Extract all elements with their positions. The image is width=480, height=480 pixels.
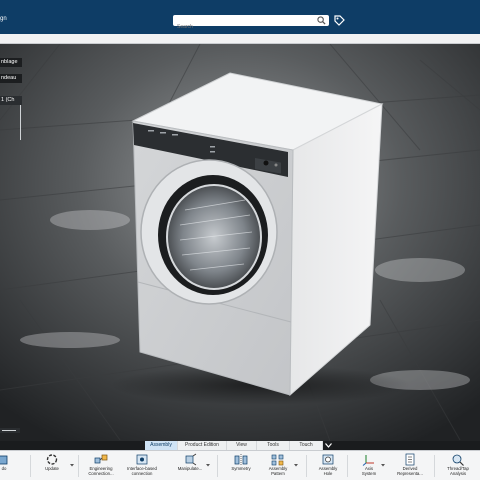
- tab-view[interactable]: View: [227, 441, 257, 450]
- engineering-connection-button[interactable]: Engineering Connection...: [84, 453, 118, 476]
- tree-scroll-indicator[interactable]: [0, 428, 20, 433]
- tree-node[interactable]: 1 (Ch: [0, 96, 22, 105]
- 3d-viewport[interactable]: nblage ndeau 1 (Ch: [0, 44, 480, 441]
- search-box[interactable]: [173, 15, 329, 33]
- secondary-bar: [0, 34, 480, 44]
- action-bar: do Update Engineering Connection... Inte…: [0, 450, 480, 480]
- search-icon[interactable]: [317, 16, 326, 25]
- chevron-down-icon: [324, 443, 332, 448]
- axis-system-icon: [362, 455, 374, 466]
- interface-connection-button[interactable]: Interface-based connection: [122, 453, 162, 476]
- manipulate-icon: [185, 453, 197, 466]
- chevron-down-icon[interactable]: [381, 463, 385, 467]
- symmetry-icon: [234, 454, 248, 465]
- tab-product-edition[interactable]: Product Edition: [178, 441, 227, 450]
- engineering-connection-icon: [94, 454, 108, 464]
- derived-representation-button[interactable]: Derived Representa...: [393, 453, 427, 476]
- axis-system-button[interactable]: Axis System: [356, 453, 382, 476]
- model-render: [0, 44, 480, 441]
- app-title-fragment: gn: [0, 16, 7, 22]
- symmetry-button[interactable]: Symmetry: [226, 453, 256, 471]
- tree-node[interactable]: nblage: [0, 58, 22, 67]
- assembly-hole-icon: [322, 454, 334, 465]
- app-window: gn Search nblage ndeau 1 (Ch Assembly Pr…: [0, 0, 480, 480]
- partial-icon: [0, 455, 8, 465]
- tab-tools[interactable]: Tools: [257, 441, 290, 450]
- chevron-down-icon[interactable]: [70, 463, 74, 467]
- chevron-down-icon[interactable]: [206, 463, 210, 467]
- control-knob: [263, 160, 269, 166]
- tree-node[interactable]: ndeau: [0, 74, 22, 83]
- assembly-pattern-button[interactable]: Assembly Pattern: [264, 453, 292, 476]
- tab-touch[interactable]: Touch: [290, 441, 323, 450]
- tag-icon[interactable]: [333, 14, 345, 26]
- manipulate-button[interactable]: Manipulate...: [173, 453, 207, 471]
- top-bar: gn: [0, 0, 480, 34]
- washing-machine: [131, 72, 384, 397]
- assembly-pattern-icon: [271, 454, 284, 466]
- update-button[interactable]: Update: [38, 453, 66, 471]
- update-icon: [46, 454, 58, 465]
- action-bar-tabs: Assembly Product Edition View Tools Touc…: [145, 441, 333, 450]
- toolbar-item-partial[interactable]: do: [0, 453, 12, 471]
- tab-assembly[interactable]: Assembly: [145, 441, 178, 450]
- search-input[interactable]: [173, 21, 313, 33]
- expand-toolbar-button[interactable]: [323, 441, 333, 450]
- thread-tap-analysis-icon: [452, 454, 464, 466]
- assembly-hole-button[interactable]: Assembly Hole: [314, 453, 342, 476]
- thread-tap-analysis-button[interactable]: Thread/Tap Analysis: [441, 453, 475, 476]
- chevron-down-icon[interactable]: [294, 463, 298, 467]
- derived-representation-icon: [405, 453, 415, 466]
- interface-connection-icon: [136, 454, 148, 465]
